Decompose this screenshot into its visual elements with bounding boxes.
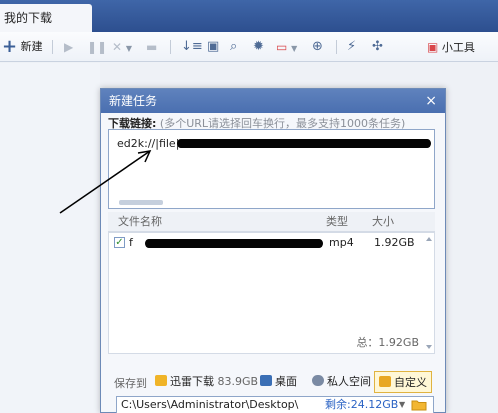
header-size: 大小 [372,215,394,228]
new-task-button[interactable]: + 新建 [2,32,43,62]
remaining-space: 剩余:24.12GB [325,398,399,411]
chevron-down-icon[interactable]: ▼ [399,397,405,413]
tab-my-downloads[interactable]: 我的下载 [0,4,92,32]
pause-icon[interactable]: ❚❚ [87,32,107,62]
toolbox-icon: ▣ [427,40,439,54]
download-folder-icon [155,375,167,386]
main-toolbar: + 新建 ▶ ❚❚ ✕ ▼ ▬ ↓≡ ▣ ⌕ ✹ ▭ ▼ ⊕ ⚡ ✣ ▣ 小工具 [0,32,498,62]
vertical-scrollbar[interactable] [425,235,433,351]
save-option-private[interactable]: 私人空间 [312,371,371,393]
header-file-name: 文件名称 [118,215,162,228]
file-checkbox[interactable]: ✓ [114,237,125,248]
save-option-label: 桌面 [275,375,297,388]
browse-folder-icon[interactable] [411,398,427,411]
redaction-scribble [145,239,323,248]
info-icon[interactable]: ▣ [207,32,219,62]
save-path-value: C:\Users\Administrator\Desktop\ [121,398,299,411]
left-panel [0,63,100,413]
toolbar-divider [336,40,337,54]
speed-icon[interactable]: ⚡ [347,32,356,62]
toolbox-label: 小工具 [441,41,475,54]
folder-icon[interactable]: ▬ [146,32,157,62]
free-space: 83.9GB [217,375,259,388]
scroll-down-icon [426,345,432,349]
sort-icon[interactable]: ↓≡ [181,32,203,62]
file-type: mp4 [329,236,354,249]
plus-icon: + [2,36,18,57]
new-task-dialog: 新建任务 × 下载链接: (多个URL请选择回车换行，最多支持1000条任务) … [100,88,446,413]
save-option-xunlei[interactable]: 迅雷下载 83.9GB [155,371,258,393]
table-row[interactable]: ✓ f mp4 1.92GB [109,233,434,253]
game-icon[interactable]: ✣ [372,32,383,62]
toolbar-divider [170,40,171,54]
save-location-row: 保存到 迅雷下载 83.9GB 桌面 私人空间 自定义 [108,371,442,393]
total-size: 总：1.92GB [356,336,419,349]
toolbox-button[interactable]: ▣ 小工具 [427,32,475,62]
desktop-icon [260,375,272,386]
save-option-custom[interactable]: 自定义 [374,371,432,393]
file-table-header: 文件名称 类型 大小 [108,212,435,232]
close-icon[interactable]: × [425,89,437,113]
dialog-title-bar: 新建任务 × [101,89,445,113]
new-task-label: 新建 [20,40,43,53]
save-option-label: 私人空间 [327,375,371,388]
window-title-bar: 我的下载 [0,0,498,32]
save-option-label: 自定义 [394,376,427,389]
save-option-label: 迅雷下载 [170,375,214,388]
play-icon[interactable]: ▶ [64,32,73,62]
save-path-input[interactable]: C:\Users\Administrator\Desktop\ 剩余:24.12… [116,396,434,413]
network-icon[interactable]: ⊕ [312,32,323,62]
file-name: f [129,236,133,249]
custom-folder-icon [379,376,391,387]
vip-icon[interactable]: ▭ ▼ [276,32,297,62]
private-space-icon [312,375,324,386]
scroll-up-icon [426,237,432,241]
save-to-label: 保存到 [114,377,147,390]
settings-icon[interactable]: ✹ [253,32,264,62]
dialog-title: 新建任务 [109,94,158,108]
horizontal-scrollbar[interactable] [119,200,163,205]
toolbar-divider [52,40,53,54]
file-size: 1.92GB [374,236,415,249]
save-option-desktop[interactable]: 桌面 [260,371,297,393]
redaction-scribble [177,139,431,148]
download-link-input[interactable]: ed2k://|file|%E [108,129,435,209]
search-icon[interactable]: ⌕ [230,32,237,62]
header-type: 类型 [326,215,348,228]
file-list: ✓ f mp4 1.92GB 总：1.92GB [108,232,435,354]
delete-icon[interactable]: ✕ ▼ [112,32,132,62]
